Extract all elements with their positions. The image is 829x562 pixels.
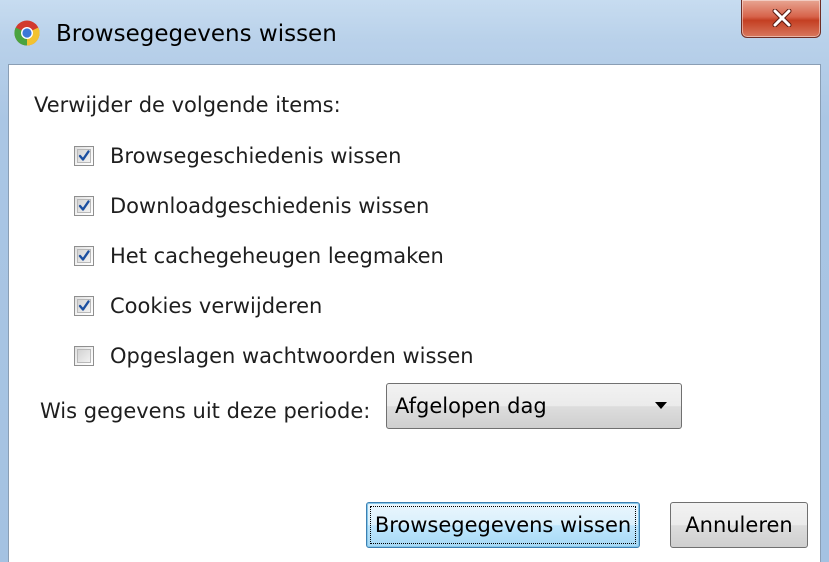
download-history-label[interactable]: Downloadgeschiedenis wissen <box>110 193 429 219</box>
cookies-checkbox[interactable] <box>74 296 94 316</box>
saved-passwords-label[interactable]: Opgeslagen wachtwoorden wissen <box>110 343 474 369</box>
chrome-icon <box>14 20 40 46</box>
browsing-history-checkbox[interactable] <box>74 146 94 166</box>
saved-passwords-checkbox[interactable] <box>74 346 94 366</box>
window-title: Browsegegevens wissen <box>56 21 337 47</box>
clear-browsing-data-button[interactable]: Browsegegevens wissen <box>366 502 640 548</box>
dialog-content: Verwijder de volgende items: Browsegesch… <box>8 64 821 562</box>
checkmark-icon <box>78 300 90 311</box>
close-icon <box>772 9 792 27</box>
cancel-button[interactable]: Annuleren <box>670 502 808 548</box>
period-select-value: Afgelopen dag <box>395 394 547 418</box>
clear-browsing-data-button-label: Browsegegevens wissen <box>374 513 632 537</box>
intro-label: Verwijder de volgende items: <box>34 93 341 117</box>
download-history-checkbox[interactable] <box>74 196 94 216</box>
cookies-label[interactable]: Cookies verwijderen <box>110 293 322 319</box>
period-select[interactable]: Afgelopen dag <box>386 383 682 429</box>
cache-checkbox[interactable] <box>74 246 94 266</box>
checkmark-icon <box>78 200 90 211</box>
browsing-history-label[interactable]: Browsegeschiedenis wissen <box>110 143 401 169</box>
checkmark-icon <box>78 150 90 161</box>
dialog-window: Browsegegevens wissen Verwijder de volge… <box>0 0 829 562</box>
chevron-down-icon <box>655 402 667 409</box>
cache-label[interactable]: Het cachegeheugen leegmaken <box>110 243 444 269</box>
title-bar[interactable]: Browsegegevens wissen <box>0 0 829 64</box>
close-button[interactable] <box>741 0 821 38</box>
checkmark-icon <box>78 250 90 261</box>
cancel-button-label: Annuleren <box>685 513 793 537</box>
period-label: Wis gegevens uit deze periode: <box>40 399 371 423</box>
